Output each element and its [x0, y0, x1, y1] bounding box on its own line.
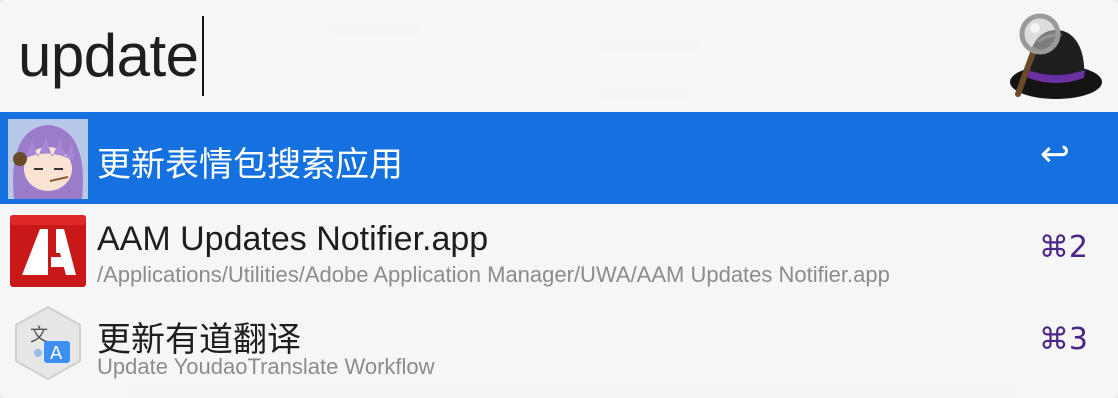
results-list: 更新表情包搜索应用 ↩ AAM Updates Notifier.app /Ap… — [0, 112, 1118, 388]
result-row-2[interactable]: AAM Updates Notifier.app /Applications/U… — [0, 204, 1118, 296]
search-query: update — [18, 22, 199, 89]
result-subtitle: Update YoudaoTranslate Workflow — [97, 354, 435, 379]
result-title: 更新表情包搜索应用 — [97, 146, 403, 184]
search-bar: update — [0, 0, 1118, 112]
adobe-icon — [10, 215, 86, 287]
result-row-3[interactable]: 文 A 更新有道翻译 Update YoudaoTranslate Workfl… — [0, 296, 1118, 388]
result-row-1[interactable]: 更新表情包搜索应用 ↩ — [0, 112, 1118, 204]
return-key-icon: ↩ — [1039, 134, 1070, 175]
translate-icon: 文 A — [15, 305, 81, 381]
svg-text:A: A — [50, 343, 63, 364]
shortcut-label: ⌘2 — [1038, 230, 1088, 265]
search-input[interactable]: update — [18, 14, 204, 98]
result-title: AAM Updates Notifier.app — [97, 220, 489, 258]
text-caret — [201, 16, 204, 96]
launcher-window: update 更新表情包搜索应用 ↩ AAM Updates Notifier.… — [0, 0, 1118, 398]
shortcut-label: ⌘3 — [1038, 322, 1088, 357]
anime-avatar-icon — [8, 119, 88, 199]
result-subtitle: /Applications/Utilities/Adobe Applicatio… — [97, 262, 890, 287]
alfred-hat-icon[interactable] — [1004, 8, 1104, 108]
